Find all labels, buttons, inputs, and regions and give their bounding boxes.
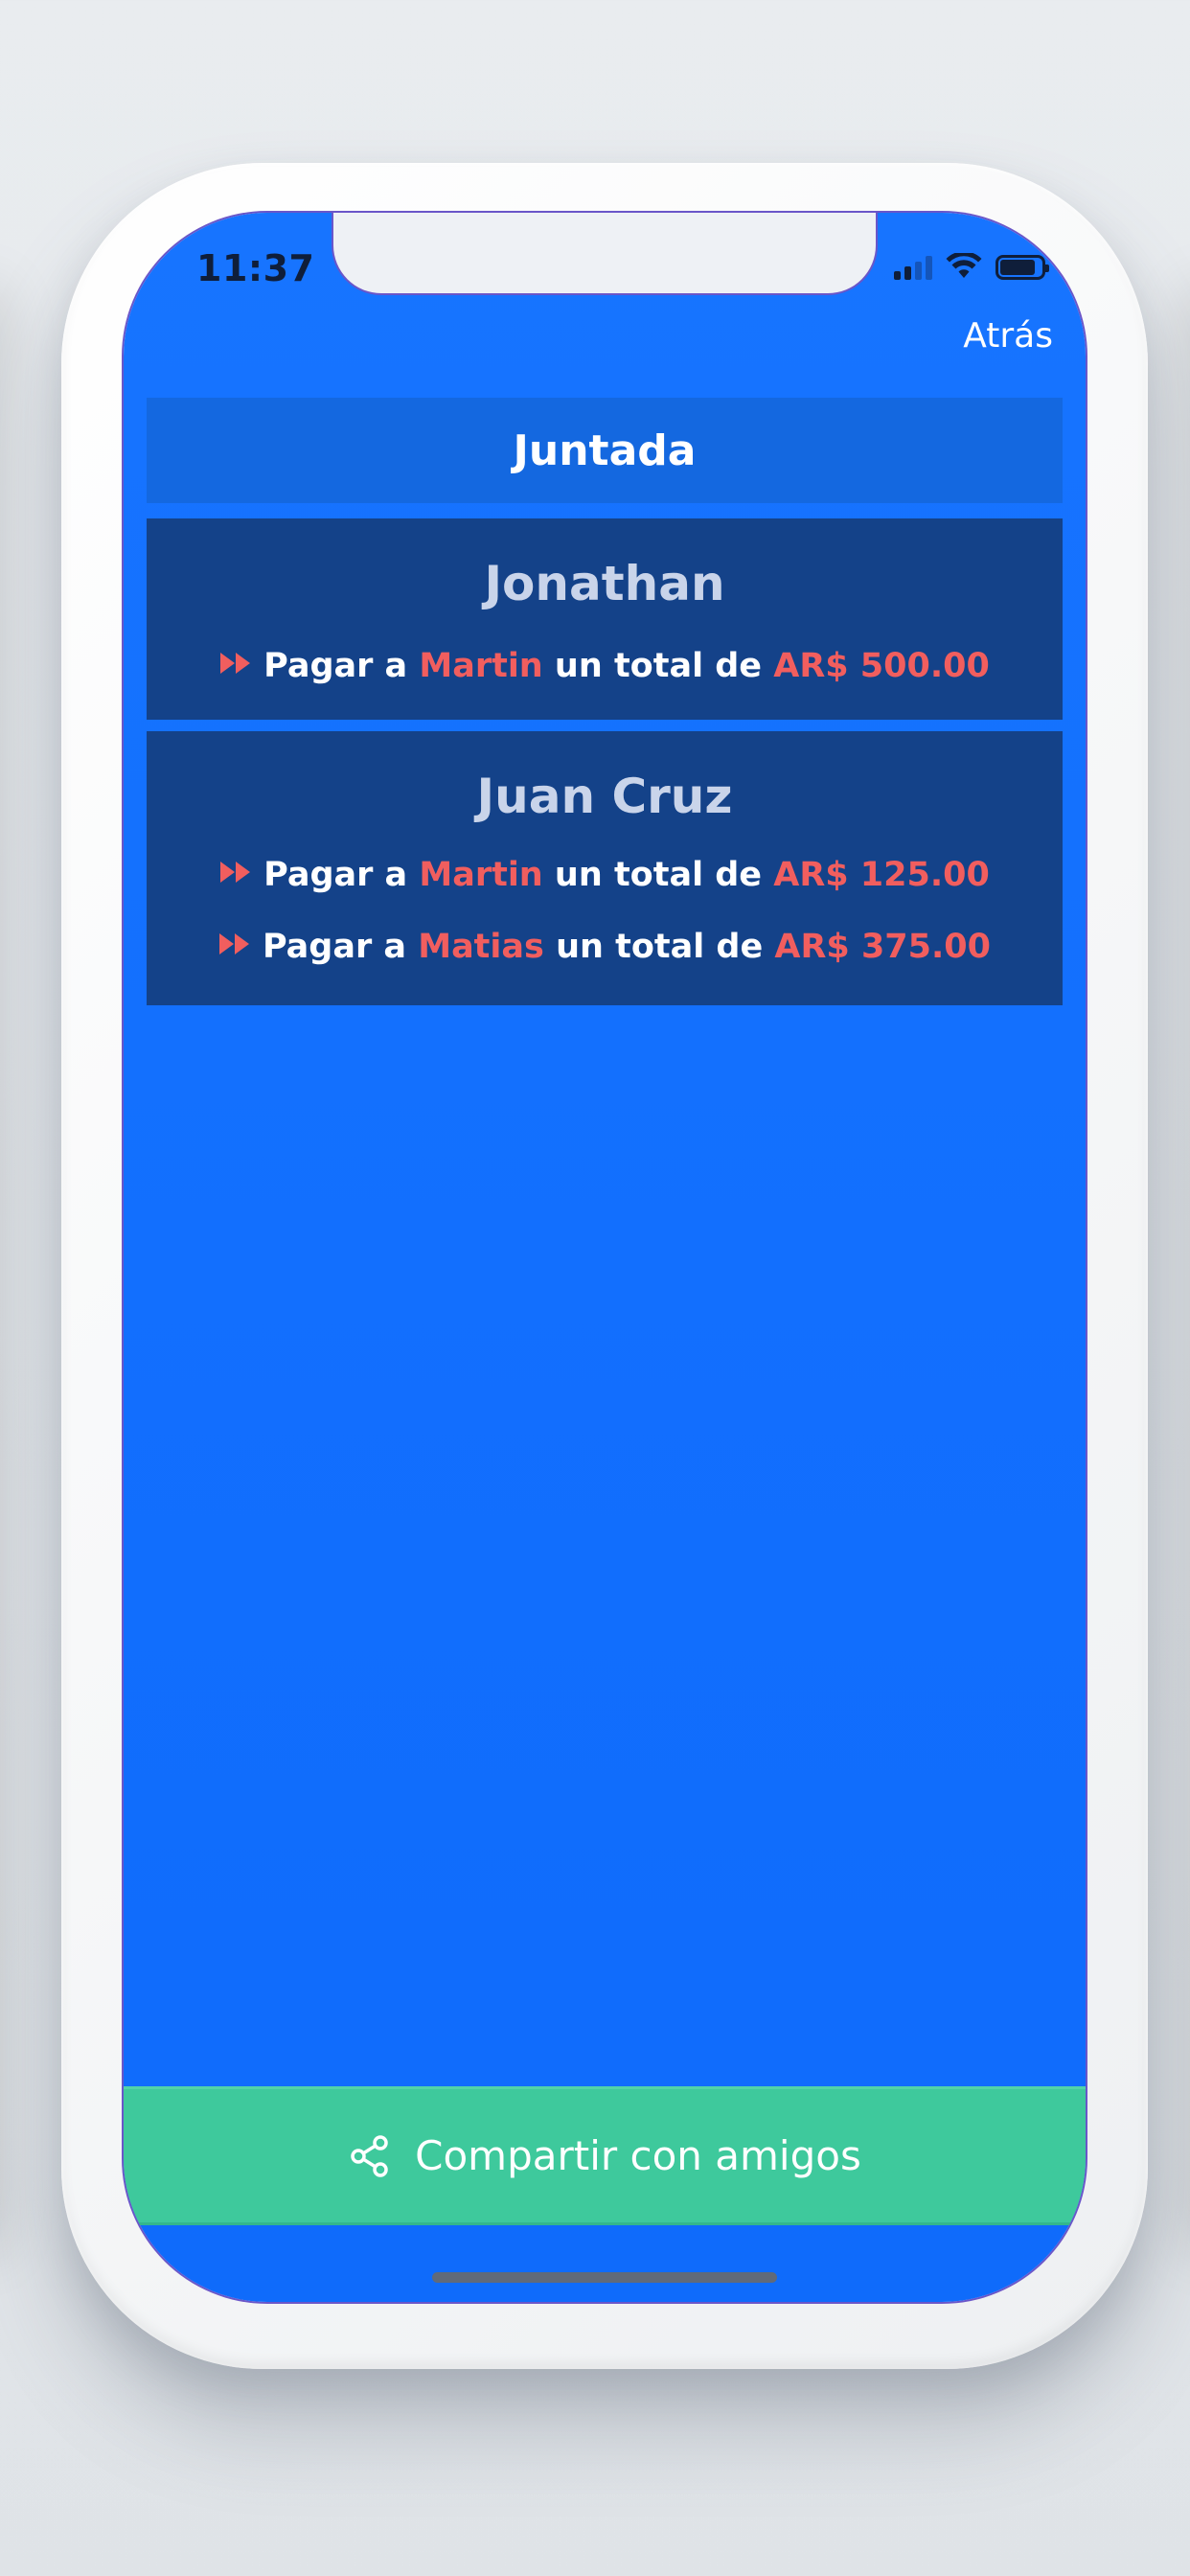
fast-forward-icon bbox=[218, 933, 249, 954]
payment-middle-text: un total de bbox=[554, 856, 763, 894]
payment-middle-text: un total de bbox=[554, 647, 763, 685]
battery-icon bbox=[995, 255, 1049, 280]
share-with-friends-button[interactable]: Compartir con amigos bbox=[124, 2086, 1086, 2225]
debtor-name: Juan Cruz bbox=[476, 769, 733, 824]
payment-prefix: Pagar a bbox=[263, 856, 408, 894]
payment-middle-text: un total de bbox=[556, 928, 764, 966]
event-title: Juntada bbox=[513, 426, 697, 475]
payment-row: Pagar a Martin un total de AR$ 125.00 bbox=[147, 854, 1063, 896]
payment-amount: AR$ 125.00 bbox=[773, 856, 990, 894]
debtor-card: Jonathan Pagar a Martin un total de AR$ … bbox=[147, 518, 1063, 720]
share-button-label: Compartir con amigos bbox=[415, 2132, 861, 2179]
status-bar-time: 11:37 bbox=[196, 247, 315, 289]
phone-screen: 11:37 Atrás Juntada Jonathan Pagar a Mar… bbox=[124, 213, 1086, 2302]
event-title-bar: Juntada bbox=[147, 398, 1063, 503]
payment-amount: AR$ 500.00 bbox=[773, 647, 990, 685]
payment-amount: AR$ 375.00 bbox=[774, 928, 992, 966]
debtor-card: Juan Cruz Pagar a Martin un total de AR$… bbox=[147, 731, 1063, 1005]
payment-prefix: Pagar a bbox=[262, 928, 407, 966]
payment-row: Pagar a Matias un total de AR$ 375.00 bbox=[147, 926, 1063, 968]
home-indicator[interactable] bbox=[432, 2272, 777, 2283]
creditor-name: Martin bbox=[419, 856, 543, 894]
phone-notch bbox=[333, 213, 876, 293]
creditor-name: Martin bbox=[419, 647, 543, 685]
debtor-name: Jonathan bbox=[484, 556, 725, 611]
wifi-icon bbox=[946, 253, 982, 278]
fast-forward-icon bbox=[220, 653, 251, 674]
payment-row: Pagar a Martin un total de AR$ 500.00 bbox=[147, 645, 1063, 687]
share-icon bbox=[351, 2134, 388, 2177]
creditor-name: Matias bbox=[418, 928, 544, 966]
cellular-signal-icon bbox=[894, 255, 932, 280]
payment-prefix: Pagar a bbox=[263, 647, 408, 685]
back-button[interactable]: Atrás bbox=[963, 316, 1053, 356]
fast-forward-icon bbox=[220, 862, 251, 883]
status-bar-icons bbox=[894, 251, 1049, 280]
